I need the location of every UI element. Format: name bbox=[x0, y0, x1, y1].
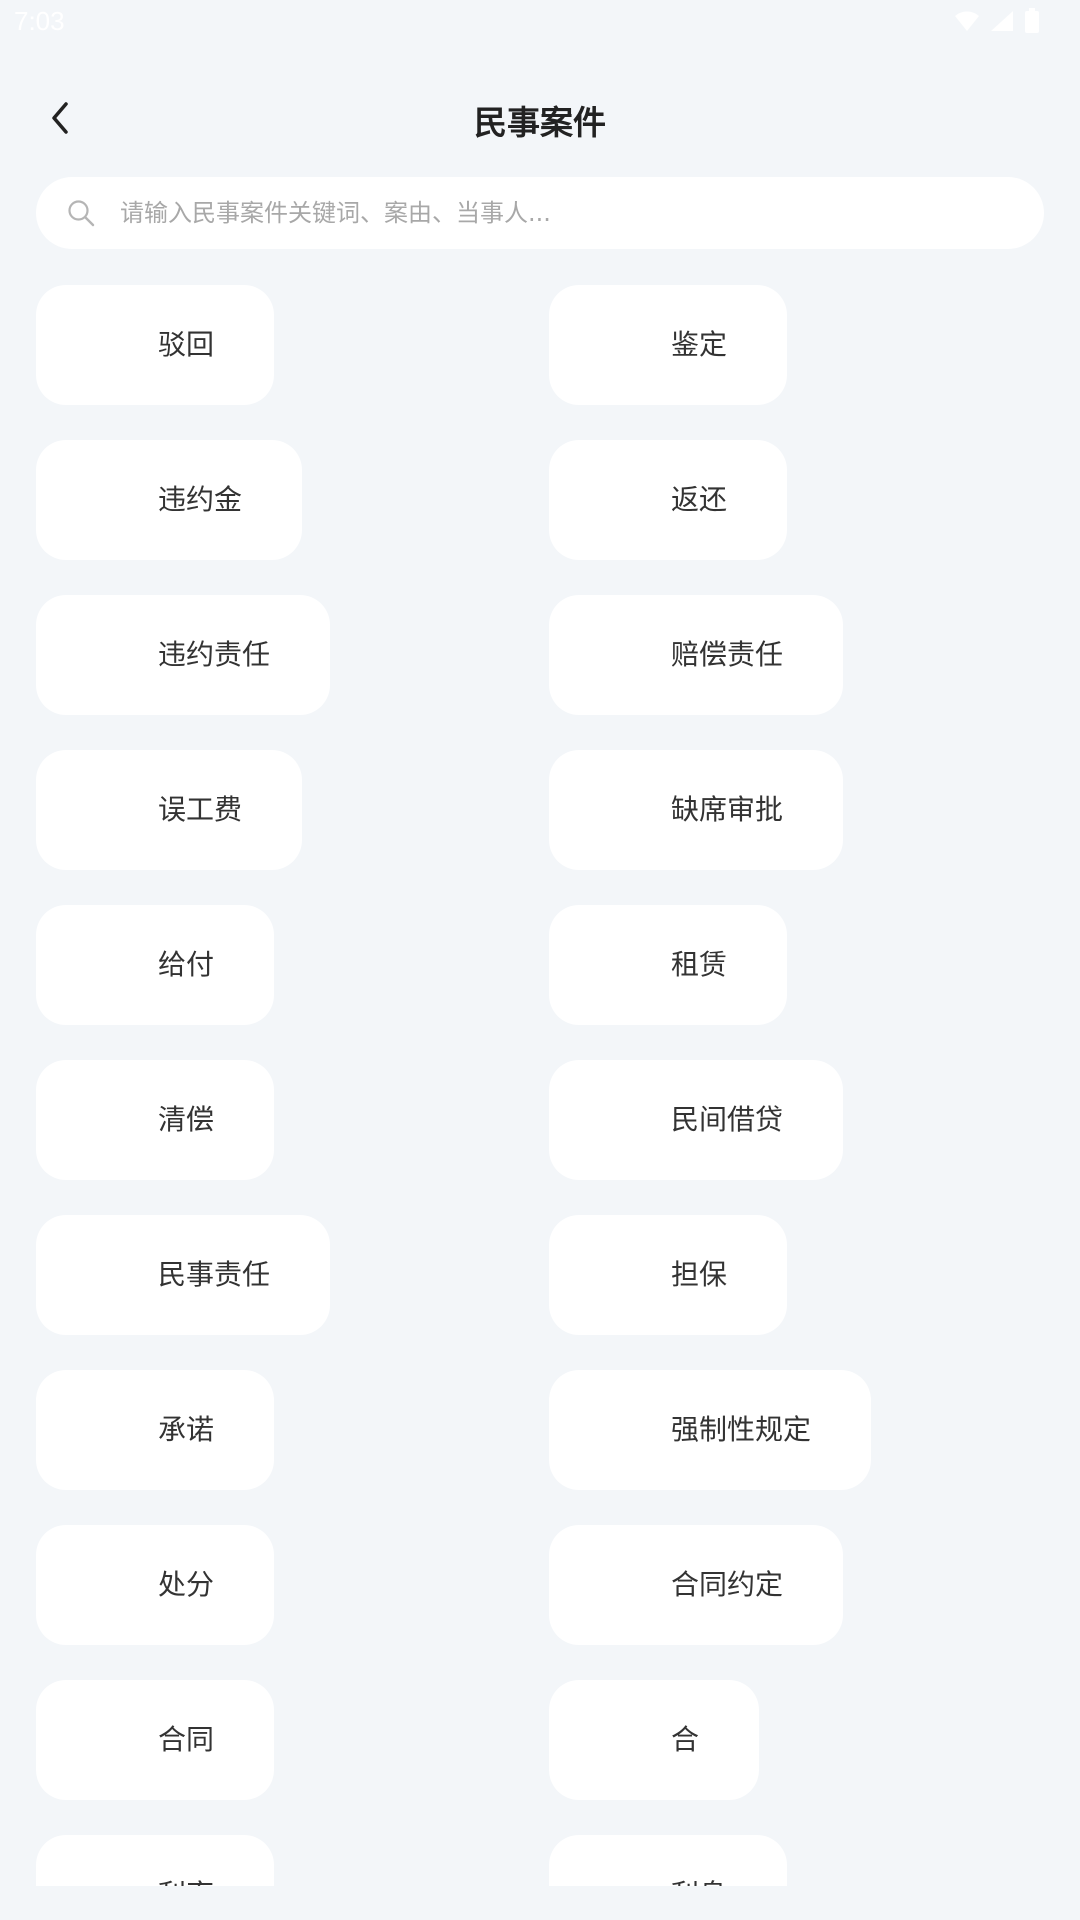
tag-item[interactable]: 违约金 bbox=[36, 440, 303, 560]
tag-item[interactable]: 租赁 bbox=[549, 905, 788, 1025]
bottom-bar bbox=[0, 1886, 1080, 1920]
tag-item[interactable]: 误工费 bbox=[36, 750, 303, 870]
tag-item[interactable]: 缺席审批 bbox=[549, 750, 844, 870]
tag-item[interactable]: 返还 bbox=[549, 440, 788, 560]
tag-item[interactable]: 清偿 bbox=[36, 1060, 275, 1180]
tag-item[interactable]: 给付 bbox=[36, 905, 275, 1025]
tag-item[interactable]: 驳回 bbox=[36, 285, 275, 405]
search-bar[interactable] bbox=[36, 177, 1044, 249]
header: 民事案件 bbox=[0, 80, 1080, 156]
tag-item[interactable]: 承诺 bbox=[36, 1370, 275, 1490]
battery-icon bbox=[1025, 8, 1039, 33]
tag-item[interactable]: 赔偿责任 bbox=[549, 595, 844, 715]
tag-item[interactable]: 合同约定 bbox=[549, 1525, 844, 1645]
tag-item[interactable]: 合同 bbox=[36, 1680, 275, 1800]
tag-item[interactable]: 利率 bbox=[36, 1835, 275, 1886]
tag-item[interactable]: 强制性规定 bbox=[549, 1370, 872, 1490]
signal-icon bbox=[991, 11, 1013, 31]
tag-item[interactable]: 利息 bbox=[549, 1835, 788, 1886]
status-bar: 7:03 bbox=[0, 0, 1080, 44]
tag-item[interactable]: 处分 bbox=[36, 1525, 275, 1645]
tag-item[interactable]: 民事责任 bbox=[36, 1215, 331, 1335]
tag-item[interactable]: 鉴定 bbox=[549, 285, 788, 405]
tags-grid: 驳回 鉴定 违约金 返还 违约责任 赔偿责任 误工费 缺席审批 给付 租赁 清偿… bbox=[36, 285, 1044, 1886]
tag-item[interactable]: 违约责任 bbox=[36, 595, 331, 715]
search-input[interactable] bbox=[118, 198, 1002, 228]
tag-item[interactable]: 担保 bbox=[549, 1215, 788, 1335]
search-icon bbox=[66, 198, 96, 228]
page-title: 民事案件 bbox=[474, 103, 606, 142]
status-time: 7:03 bbox=[14, 6, 65, 36]
wifi-icon bbox=[955, 11, 979, 31]
tag-item[interactable]: 合 bbox=[549, 1680, 760, 1800]
tag-item[interactable]: 民间借贷 bbox=[549, 1060, 844, 1180]
status-icons bbox=[954, 8, 1040, 34]
tags-viewport: 驳回 鉴定 违约金 返还 违约责任 赔偿责任 误工费 缺席审批 给付 租赁 清偿… bbox=[0, 280, 1080, 1886]
